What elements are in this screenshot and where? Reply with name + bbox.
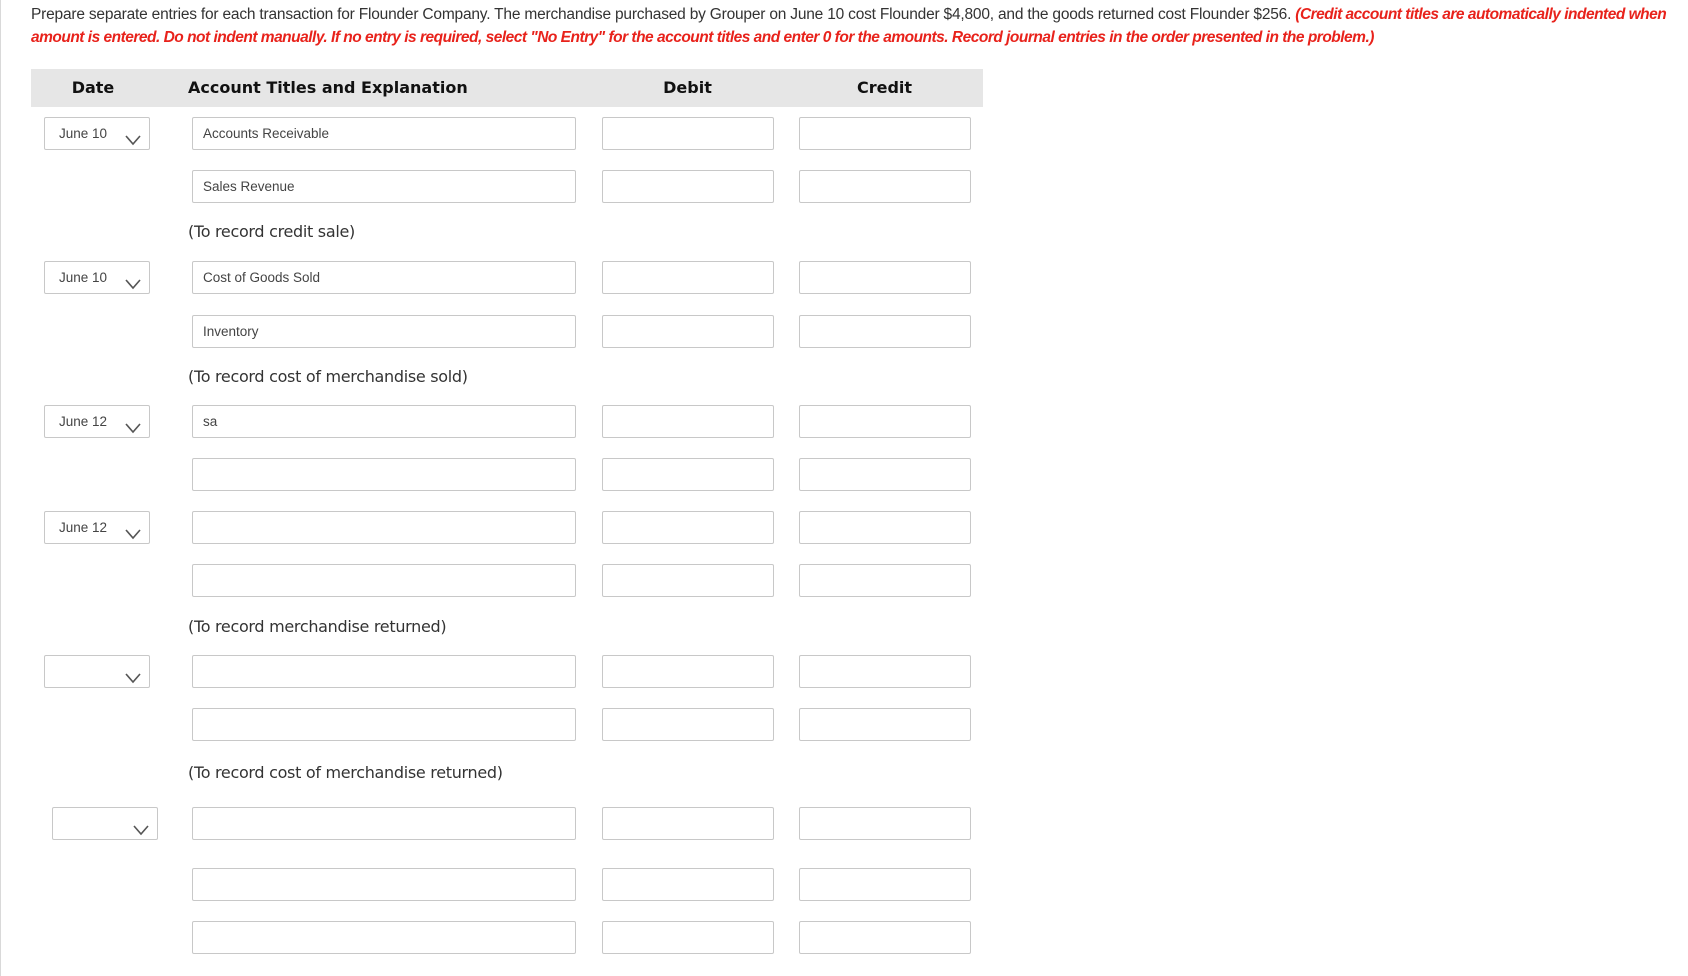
chevron-down-icon [133,816,149,836]
debit-input[interactable] [602,564,774,597]
debit-input[interactable] [602,315,774,348]
debit-input[interactable] [602,708,774,741]
date-select[interactable]: June 12 [44,405,150,438]
debit-input[interactable] [602,868,774,901]
left-border [0,0,1,976]
date-select[interactable]: June 10 [44,261,150,294]
entry-explanation: (To record merchandise returned) [188,617,447,636]
debit-input[interactable] [602,511,774,544]
date-select[interactable]: June 12 [44,511,150,544]
chevron-down-icon [125,126,141,146]
date-select[interactable]: June 10 [44,117,150,150]
credit-input[interactable] [799,261,971,294]
account-title-input[interactable]: Sales Revenue [192,170,576,203]
header-debit: Debit [663,78,712,97]
date-value: June 10 [59,126,108,141]
instructions: Prepare separate entries for each transa… [31,4,1681,49]
header-account: Account Titles and Explanation [188,78,468,97]
debit-input[interactable] [602,117,774,150]
credit-input[interactable] [799,921,971,954]
credit-input[interactable] [799,708,971,741]
debit-input[interactable] [602,261,774,294]
credit-input[interactable] [799,170,971,203]
account-title-input[interactable]: sa [192,405,576,438]
account-title-input[interactable] [192,458,576,491]
account-title-input[interactable]: Inventory [192,315,576,348]
account-title-input[interactable] [192,921,576,954]
chevron-down-icon [125,520,141,540]
credit-input[interactable] [799,807,971,840]
credit-input[interactable] [799,655,971,688]
table-header: Date Account Titles and Explanation Debi… [31,69,983,107]
date-value: June 12 [59,414,108,429]
chevron-down-icon [125,664,141,684]
date-value: June 10 [59,270,108,285]
account-title-input[interactable]: Accounts Receivable [192,117,576,150]
credit-input[interactable] [799,117,971,150]
account-title-input[interactable] [192,655,576,688]
credit-input[interactable] [799,315,971,348]
debit-input[interactable] [602,170,774,203]
chevron-down-icon [125,270,141,290]
account-title-input[interactable] [192,708,576,741]
account-title-input[interactable]: Cost of Goods Sold [192,261,576,294]
header-credit: Credit [856,78,913,97]
credit-input[interactable] [799,511,971,544]
chevron-down-icon [125,414,141,434]
credit-input[interactable] [799,458,971,491]
debit-input[interactable] [602,458,774,491]
account-title-input[interactable] [192,868,576,901]
debit-input[interactable] [602,921,774,954]
debit-input[interactable] [602,655,774,688]
date-select[interactable] [52,807,158,840]
debit-input[interactable] [602,405,774,438]
instructions-text: Prepare separate entries for each transa… [31,6,1292,23]
date-value: June 12 [59,520,108,535]
credit-input[interactable] [799,405,971,438]
date-select[interactable] [44,655,150,688]
account-title-input[interactable] [192,807,576,840]
account-title-input[interactable] [192,511,576,544]
entry-explanation: (To record credit sale) [188,222,355,241]
credit-input[interactable] [799,868,971,901]
debit-input[interactable] [602,807,774,840]
header-date: Date [71,78,115,97]
entry-explanation: (To record cost of merchandise sold) [188,367,468,386]
credit-input[interactable] [799,564,971,597]
entry-explanation: (To record cost of merchandise returned) [188,763,503,782]
account-title-input[interactable] [192,564,576,597]
